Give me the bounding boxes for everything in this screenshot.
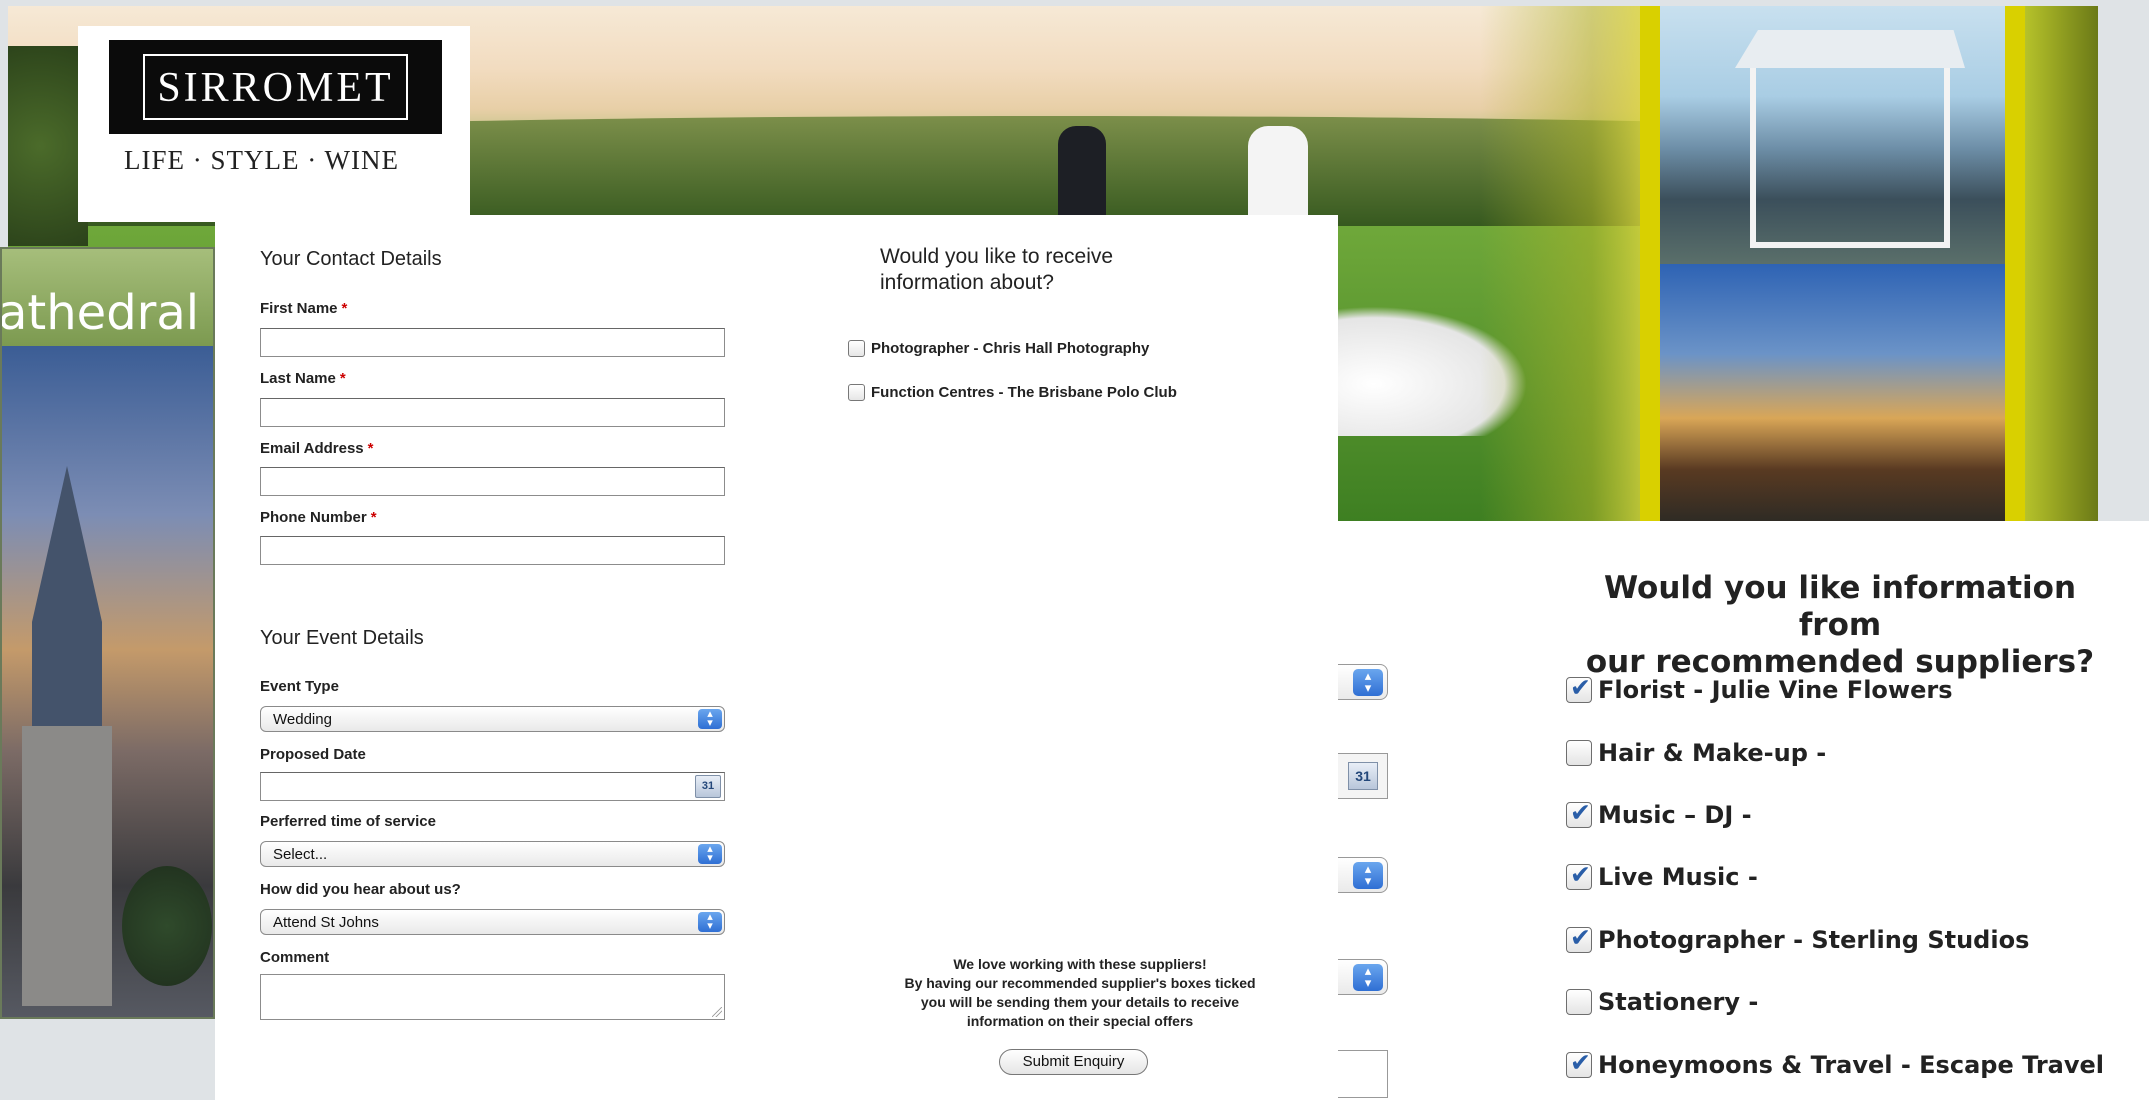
logo: SIRROMET	[109, 40, 442, 134]
cathedral-spire	[32, 466, 102, 726]
last-name-label: Last Name *	[260, 370, 346, 387]
collage-stripe	[2005, 6, 2025, 521]
phone-input[interactable]	[260, 536, 725, 565]
comment-textarea[interactable]	[260, 974, 725, 1020]
email-label: Email Address *	[260, 440, 374, 457]
cathedral-tower	[22, 726, 112, 1006]
supplier-option[interactable]: Honeymoons & Travel - Escape Travel	[1566, 1048, 2104, 1079]
supplier-option[interactable]: Hair & Make-up -	[1566, 739, 1826, 767]
comment-label: Comment	[260, 949, 330, 966]
checkbox[interactable]	[1566, 673, 1592, 703]
select-arrows-icon: ▴ ▾	[1353, 669, 1383, 696]
checkbox[interactable]	[1566, 740, 1592, 766]
event-section-title: Your Event Details	[260, 627, 424, 649]
first-name-input[interactable]	[260, 328, 725, 357]
proposed-date-input[interactable]: 31	[260, 772, 725, 801]
suppliers-note: We love working with these suppliers! By…	[904, 956, 1256, 1029]
checkbox[interactable]	[848, 384, 865, 401]
supplier-option[interactable]: Music – DJ -	[1566, 798, 1752, 829]
cathedral-title: athedral	[0, 285, 200, 341]
supplier-option[interactable]: Photographer - Sterling Studios	[1566, 923, 2029, 954]
checkbox[interactable]	[1566, 860, 1592, 890]
collage-swirl	[2025, 6, 2098, 521]
time-label: Perferred time of service	[260, 813, 436, 830]
info-option[interactable]: Photographer - Chris Hall Photography	[848, 340, 1149, 357]
background-select[interactable]: ▴ ▾	[1338, 959, 1388, 995]
background-select[interactable]: ▴ ▾	[1338, 664, 1388, 700]
info-title: Would you like to receive information ab…	[880, 245, 1114, 294]
banner-trees	[8, 46, 88, 246]
submit-enquiry-button[interactable]: Submit Enquiry	[999, 1049, 1148, 1075]
supplier-option[interactable]: Stationery -	[1566, 988, 1758, 1016]
last-name-input[interactable]	[260, 398, 725, 427]
logo-tagline: LIFE · STYLE · WINE	[124, 145, 399, 175]
logo-wordmark: SIRROMET	[143, 54, 408, 120]
event-type-select[interactable]: Wedding ▴ ▾	[260, 706, 725, 732]
calendar-icon[interactable]: 31	[695, 775, 721, 798]
collage-stripe	[1640, 6, 1660, 521]
resize-grip-icon[interactable]	[712, 1007, 722, 1017]
proposed-date-label: Proposed Date	[260, 746, 366, 763]
suppliers-title: Would you like information from our reco…	[1585, 570, 2095, 680]
cathedral-header: athedral	[2, 249, 213, 346]
first-name-label: First Name *	[260, 300, 348, 317]
cathedral-tree	[122, 866, 212, 986]
checkbox[interactable]	[1566, 989, 1592, 1015]
time-select[interactable]: Select... ▴ ▾	[260, 841, 725, 867]
hear-about-label: How did you hear about us?	[260, 881, 461, 898]
supplier-option[interactable]: Live Music -	[1566, 860, 1758, 891]
cathedral-card: athedral	[0, 247, 215, 1019]
select-arrows-icon: ▴ ▾	[1353, 862, 1383, 889]
select-arrows-icon: ▴ ▾	[1353, 964, 1383, 991]
gazebo-frame	[1750, 68, 1950, 248]
background-date-field[interactable]: 31	[1338, 753, 1388, 799]
calendar-icon[interactable]: 31	[1348, 762, 1378, 790]
background-textarea[interactable]	[1338, 1050, 1388, 1098]
select-arrows-icon: ▴ ▾	[698, 709, 722, 729]
collage-overlay	[1480, 6, 1640, 521]
cathedral-photo	[2, 346, 213, 1017]
select-arrows-icon: ▴ ▾	[698, 912, 722, 932]
event-type-label: Event Type	[260, 678, 339, 695]
checkbox[interactable]	[1566, 798, 1592, 828]
supplier-option[interactable]: Florist - Julie Vine Flowers	[1566, 673, 1952, 704]
info-option[interactable]: Function Centres - The Brisbane Polo Clu…	[848, 384, 1177, 401]
banner-couple	[1028, 126, 1308, 236]
checkbox[interactable]	[848, 340, 865, 357]
checkbox[interactable]	[1566, 1048, 1592, 1078]
gazebo-roof	[1735, 30, 1965, 68]
hear-about-select[interactable]: Attend St Johns ▴ ▾	[260, 909, 725, 935]
email-input[interactable]	[260, 467, 725, 496]
select-arrows-icon: ▴ ▾	[698, 844, 722, 864]
contact-section-title: Your Contact Details	[260, 248, 442, 270]
phone-label: Phone Number *	[260, 509, 377, 526]
collage-photo-lake	[1660, 264, 2005, 521]
background-select[interactable]: ▴ ▾	[1338, 857, 1388, 893]
checkbox[interactable]	[1566, 923, 1592, 953]
